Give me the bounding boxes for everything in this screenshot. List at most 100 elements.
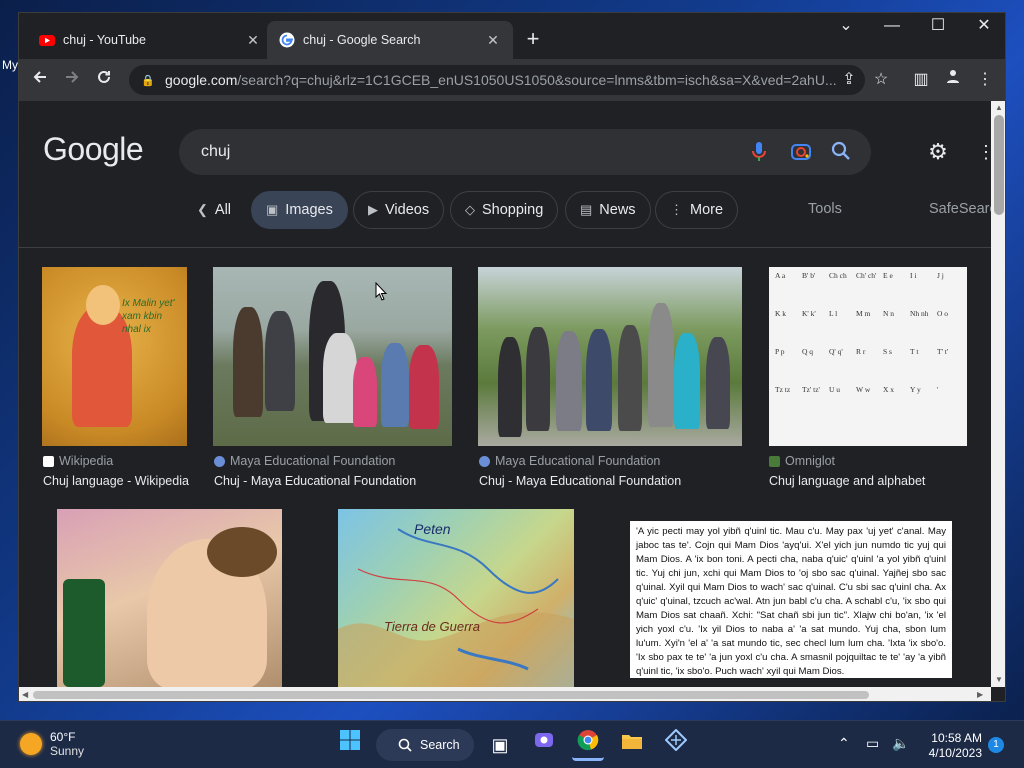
scroll-down-icon[interactable]: ▼ — [995, 675, 1003, 684]
sun-icon — [20, 733, 42, 755]
chevron-up-icon[interactable]: ⌃ — [838, 735, 850, 752]
map-label: Peten — [414, 521, 451, 537]
microphone-icon[interactable] — [747, 141, 771, 165]
start-button[interactable] — [334, 729, 366, 761]
result-source[interactable]: Maya Educational Foundation — [214, 454, 395, 468]
search-filter-chips: ❮ All ▣ Images ▶ Videos ◇ Shopping ▤ New… — [19, 191, 991, 231]
divider — [19, 247, 991, 248]
scroll-right-icon[interactable]: ▶ — [977, 690, 983, 699]
new-tab-button[interactable]: + — [519, 26, 547, 54]
tab-all[interactable]: ❮ All — [183, 191, 245, 229]
source-label: Wikipedia — [59, 454, 114, 468]
result-source[interactable]: Omniglot — [769, 454, 835, 468]
person-icon — [947, 70, 959, 83]
alphabet-letter: L l — [829, 309, 838, 318]
result-caption[interactable]: Chuj language and alphabet — [769, 474, 925, 488]
alphabet-letter: Ch' ch' — [856, 271, 877, 280]
tab-youtube[interactable]: chuj - YouTube ✕ — [27, 21, 273, 59]
vertical-scrollbar[interactable]: ▲ ▼ — [991, 101, 1005, 687]
scrollbar-thumb[interactable] — [994, 115, 1004, 215]
lock-icon: 🔒 — [141, 74, 155, 87]
side-panel-icon[interactable]: ▥ — [909, 65, 933, 95]
google-logo[interactable]: Google — [43, 131, 144, 168]
gear-icon[interactable]: ⚙ — [925, 139, 951, 165]
alphabet-letter: X x — [883, 385, 895, 394]
close-window-button[interactable]: ✕ — [961, 13, 1005, 43]
file-explorer-icon[interactable] — [616, 729, 648, 761]
result-source[interactable]: Maya Educational Foundation — [479, 454, 660, 468]
alphabet-letter: B' b' — [802, 271, 816, 280]
tab-news[interactable]: ▤ News — [565, 191, 651, 229]
alphabet-letter: U u — [829, 385, 841, 394]
alphabet-letter: K' k' — [802, 309, 816, 318]
maximize-button[interactable]: ☐ — [915, 13, 961, 43]
tab-videos[interactable]: ▶ Videos — [353, 191, 445, 229]
omniglot-icon — [769, 455, 780, 467]
volume-icon[interactable]: 🔈 — [892, 735, 909, 752]
scrollbar-thumb[interactable] — [33, 691, 869, 699]
result-image-4[interactable]: A a B' b' Ch ch Ch' ch' E e I i J j K k K' k' L l… — [769, 267, 967, 446]
teams-chat-icon[interactable] — [528, 729, 560, 761]
tab-search-dropdown[interactable]: ⌄ — [823, 13, 869, 43]
chip-label: All — [214, 202, 232, 218]
camera-lens-icon[interactable] — [789, 141, 813, 165]
clock-time: 10:58 AM — [931, 731, 982, 745]
search-icon[interactable] — [829, 141, 853, 165]
taskbar: 60°F Sunny Search ▣ ⌃ ▭ 🔈 10:58 AM 4/10/… — [0, 720, 1024, 768]
weather-temp: 60°F — [50, 730, 76, 744]
taskbar-search-button[interactable]: Search — [376, 729, 474, 761]
apps-grid-icon[interactable]: ⋮ — [977, 139, 991, 165]
weather-widget[interactable]: 60°F Sunny — [20, 730, 84, 758]
app-diamond-icon[interactable] — [660, 728, 692, 761]
result-caption[interactable]: Chuj - Maya Educational Foundation — [479, 474, 681, 488]
tab-images[interactable]: ▣ Images — [251, 191, 348, 229]
system-clock[interactable]: 10:58 AM 4/10/2023 — [922, 731, 982, 761]
reload-button[interactable] — [91, 67, 117, 93]
tab-google-search[interactable]: chuj - Google Search ✕ — [267, 21, 513, 59]
safesearch-button[interactable]: SafeSearch — [929, 201, 991, 217]
result-image-6[interactable]: Peten Tierra de Guerra — [338, 509, 574, 687]
url-host: google.com — [165, 72, 238, 88]
bookmark-star-icon[interactable]: ☆ — [869, 65, 893, 95]
alphabet-letter: W w — [856, 385, 871, 394]
result-source[interactable]: Wikipedia — [43, 454, 113, 468]
tab-more[interactable]: ⋮ More — [655, 191, 739, 229]
result-caption[interactable]: Chuj language - Wikipedia — [43, 474, 189, 488]
tab-strip: chuj - YouTube ✕ chuj - Google Search ✕ … — [19, 13, 1005, 59]
scroll-up-icon[interactable]: ▲ — [995, 103, 1003, 112]
result-image-2[interactable] — [213, 267, 452, 446]
result-image-7[interactable]: 'A yic pecti may yol yibñ q'uinl tic. Ma… — [630, 521, 952, 678]
alphabet-letter: M m — [856, 309, 871, 318]
kebab-menu-icon[interactable]: ⋮ — [973, 65, 997, 95]
alphabet-letter: P p — [775, 347, 785, 356]
back-button[interactable] — [27, 67, 53, 93]
network-icon[interactable]: ▭ — [866, 735, 879, 752]
tab-shopping[interactable]: ◇ Shopping — [450, 191, 559, 229]
alphabet-letter: Nh nh — [910, 309, 929, 318]
scroll-left-icon[interactable]: ◀ — [22, 690, 28, 699]
map-label: Tierra de Guerra — [384, 619, 480, 634]
arrow-left-icon — [33, 71, 46, 83]
result-image-5[interactable] — [57, 509, 282, 687]
alphabet-letter: Tz tz — [775, 385, 791, 394]
notification-badge[interactable]: 1 — [988, 737, 1004, 753]
alphabet-letter: Y y — [910, 385, 921, 394]
result-caption[interactable]: Chuj - Maya Educational Foundation — [214, 474, 416, 488]
drawing-text: Ix Malin yet' xam kbin nhal ix — [122, 298, 175, 335]
forward-button[interactable] — [59, 67, 85, 93]
browser-window: chuj - YouTube ✕ chuj - Google Search ✕ … — [18, 12, 1006, 702]
close-icon[interactable]: ✕ — [245, 32, 261, 49]
close-icon[interactable]: ✕ — [485, 32, 501, 49]
photo-person — [498, 337, 522, 437]
result-image-3[interactable] — [478, 267, 742, 446]
address-bar[interactable]: 🔒 google.com /search?q=chuj&rlz=1C1GCEB_… — [129, 65, 865, 95]
horizontal-scrollbar[interactable]: ◀ ▶ — [19, 687, 991, 701]
profile-icon[interactable] — [941, 65, 965, 95]
minimize-button[interactable]: — — [869, 13, 915, 43]
chrome-taskbar-icon[interactable] — [572, 729, 604, 761]
task-view-icon[interactable]: ▣ — [484, 729, 516, 761]
chip-label: News — [599, 202, 636, 218]
result-image-1[interactable]: Ix Malin yet' xam kbin nhal ix — [42, 267, 187, 446]
tools-button[interactable]: Tools — [808, 201, 842, 217]
share-icon[interactable]: ⇪ — [837, 65, 861, 95]
